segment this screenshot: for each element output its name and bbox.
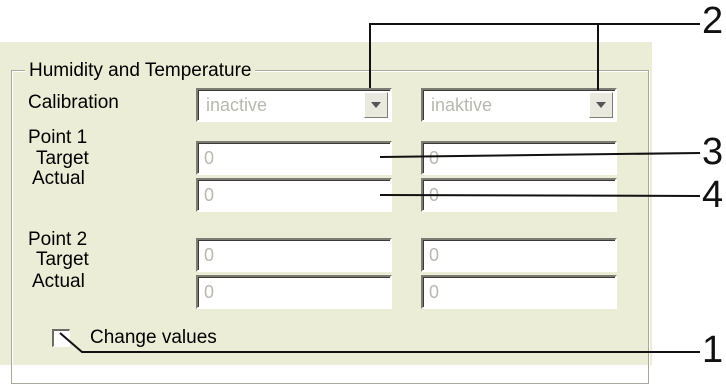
callout-line-1 <box>59 332 700 353</box>
callout-lines <box>59 23 701 353</box>
callout-number-4: 4 <box>702 174 724 216</box>
callout-number-3: 3 <box>702 131 724 173</box>
callout-line-2a <box>369 23 700 88</box>
callout-number-2: 2 <box>702 0 724 42</box>
callout-line-3 <box>379 152 701 158</box>
callout-number-1: 1 <box>702 329 724 371</box>
callout-line-4 <box>379 194 701 197</box>
